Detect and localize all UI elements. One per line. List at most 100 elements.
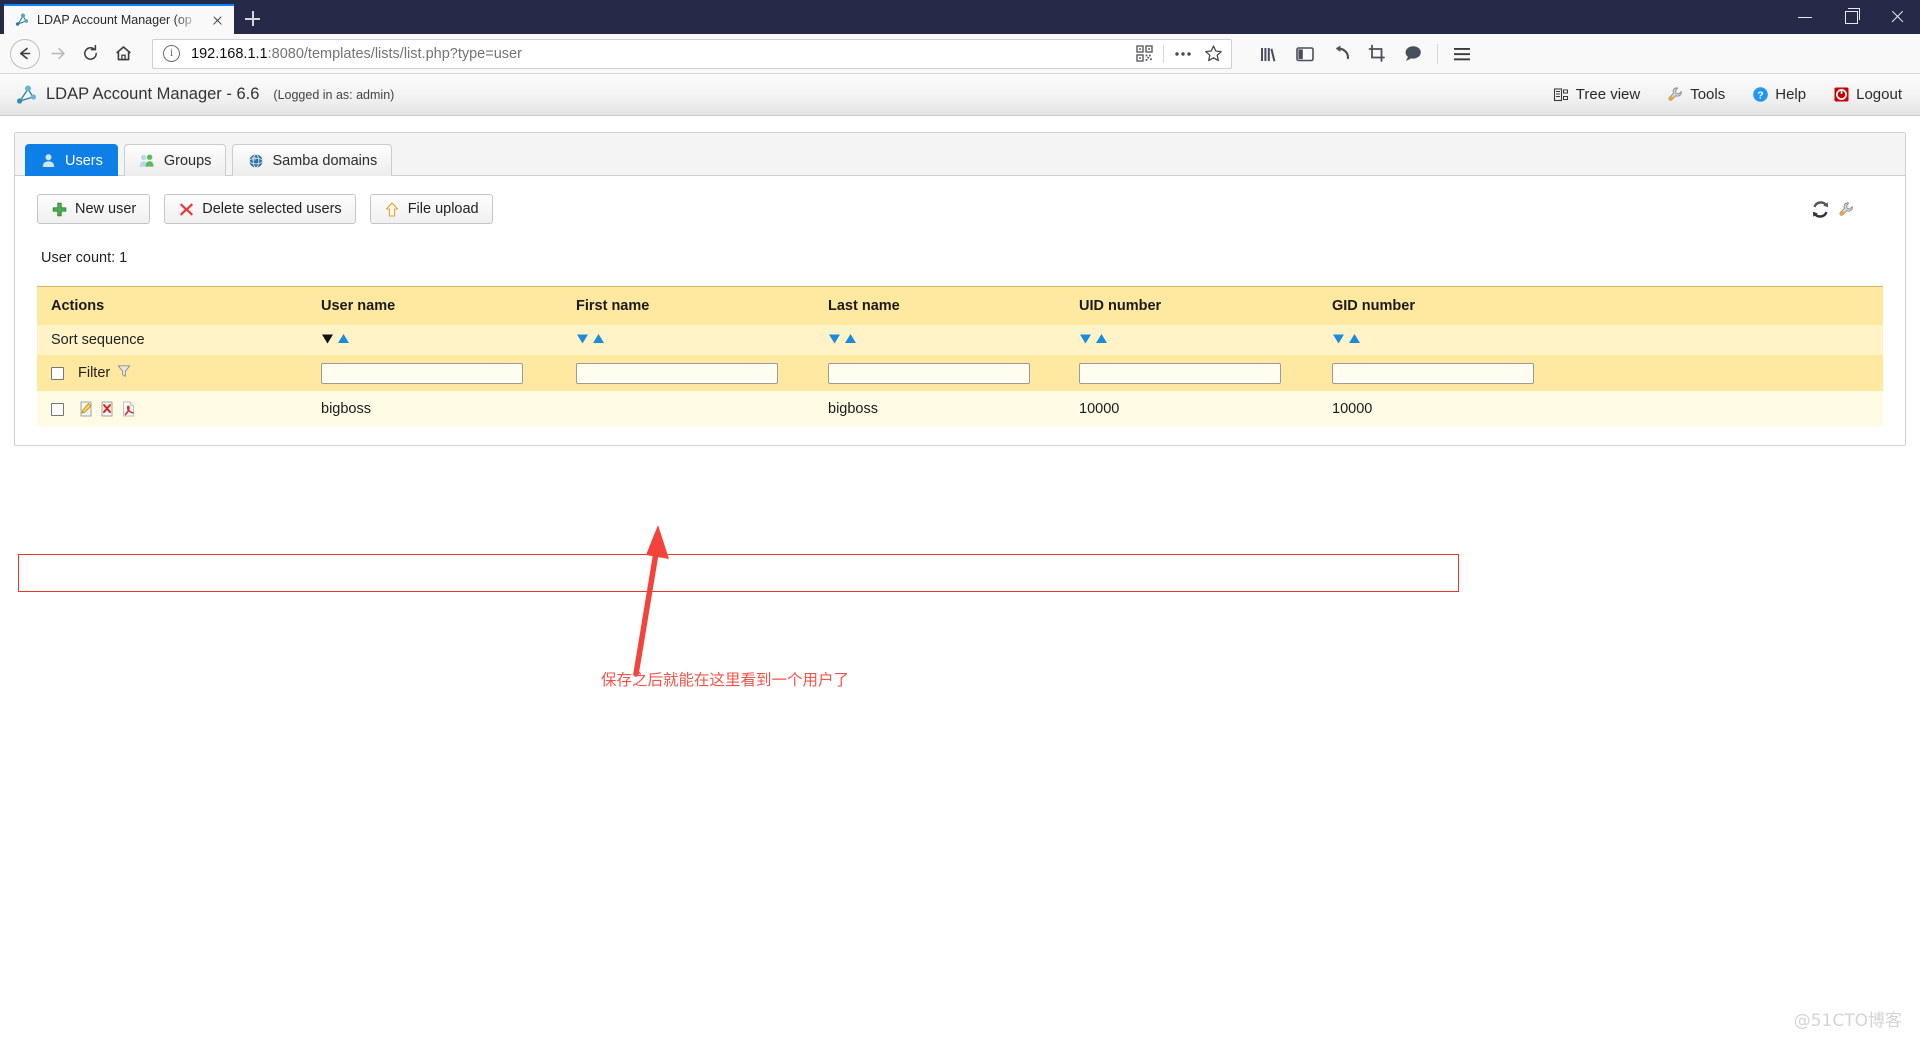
menu-icon[interactable] (1445, 39, 1479, 69)
plus-icon (51, 201, 67, 217)
list-toolbar-icons (1811, 200, 1883, 218)
tab-label: Users (65, 152, 103, 169)
filter-cell-uid-number (1065, 355, 1318, 391)
tab-users[interactable]: Users (25, 144, 118, 176)
delete-selected-users-button[interactable]: Delete selected users (164, 194, 356, 224)
minimize-icon[interactable] (1782, 0, 1828, 34)
filter-input-uid-number[interactable] (1079, 362, 1281, 384)
page-actions-ellipsis-icon[interactable] (1169, 40, 1197, 68)
back-button[interactable] (8, 38, 41, 69)
sort-cell-first-name (562, 325, 814, 355)
nav-link-help[interactable]: ? Help (1751, 86, 1806, 104)
browser-tab[interactable]: LDAP Account Manager (op (4, 4, 234, 34)
settings-wrench-icon[interactable] (1837, 200, 1855, 218)
sort-descending-icon[interactable] (321, 332, 334, 349)
tab-samba-domains[interactable]: Samba domains (232, 144, 393, 176)
filter-input-gid-number[interactable] (1332, 362, 1534, 384)
filter-label-cell: Filter (37, 355, 307, 391)
sort-cell-last-name (814, 325, 1065, 355)
sort-cell-gid-number (1318, 325, 1883, 355)
table-row[interactable]: bigboss bigboss 10000 10000 (37, 391, 1883, 427)
filter-input-last-name[interactable] (828, 362, 1030, 384)
row-select-checkbox[interactable] (51, 402, 64, 416)
sort-ascending-icon[interactable] (1348, 332, 1361, 349)
nav-link-logout[interactable]: Logout (1832, 86, 1902, 104)
chat-icon[interactable] (1396, 39, 1430, 69)
sidebar-icon[interactable] (1288, 39, 1322, 69)
sort-ascending-icon[interactable] (844, 332, 857, 349)
sort-descending-icon[interactable] (1079, 332, 1092, 349)
annotation-text: 保存之后就能在这里看到一个用户了 (601, 671, 850, 689)
filter-cell-gid-number (1318, 355, 1883, 391)
info-icon[interactable] (163, 45, 180, 62)
column-header-gid-number[interactable]: GID number (1318, 286, 1883, 325)
file-upload-button[interactable]: File upload (369, 194, 493, 224)
pdf-icon[interactable] (120, 401, 136, 418)
sort-cell-user-name (307, 325, 562, 355)
funnel-icon[interactable] (117, 364, 131, 382)
sort-descending-icon[interactable] (576, 332, 589, 349)
sort-ascending-icon[interactable] (1095, 332, 1108, 349)
column-header-uid-number[interactable]: UID number (1065, 286, 1318, 325)
forward-button[interactable] (41, 39, 74, 69)
tab-groups[interactable]: Groups (123, 144, 227, 176)
screenshot-icon[interactable] (1360, 39, 1394, 69)
sort-descending-icon[interactable] (1332, 332, 1345, 349)
divider (1437, 43, 1438, 64)
column-header-last-name[interactable]: Last name (814, 286, 1065, 325)
sort-sequence-row: Sort sequence (37, 325, 1883, 355)
browser-toolbar-actions (1252, 39, 1479, 69)
filter-input-user-name[interactable] (321, 362, 523, 384)
column-header-first-name[interactable]: First name (562, 286, 814, 325)
library-icon[interactable] (1252, 39, 1286, 69)
refresh-icon[interactable] (1811, 200, 1829, 218)
sort-arrows-last-name (828, 332, 1065, 349)
sort-descending-icon[interactable] (828, 332, 841, 349)
page-title: LDAP Account Manager - 6.6 (46, 85, 260, 103)
sort-ascending-icon[interactable] (592, 332, 605, 349)
home-button[interactable] (107, 39, 140, 69)
filter-controls: Filter (51, 364, 307, 382)
pocket-icon[interactable] (1324, 39, 1358, 69)
nav-link-tree-view[interactable]: Tree view (1552, 86, 1640, 104)
cell-last-name: bigboss (814, 391, 1065, 427)
new-tab-button[interactable] (237, 4, 269, 34)
column-header-actions[interactable]: Actions (37, 286, 307, 325)
reload-button[interactable] (74, 39, 107, 69)
window-close-icon[interactable] (1874, 0, 1920, 34)
button-label: New user (75, 201, 137, 217)
delete-icon[interactable] (99, 401, 115, 418)
select-all-checkbox[interactable] (51, 366, 64, 380)
page-content: LDAP Account Manager - 6.6 (Logged in as… (0, 74, 1920, 1039)
url-actions (1130, 40, 1227, 68)
logged-in-user: (Logged in as: admin) (273, 87, 395, 102)
column-header-user-name[interactable]: User name (307, 286, 562, 325)
filter-label: Filter (78, 365, 111, 381)
sort-ascending-icon[interactable] (337, 332, 350, 349)
close-icon[interactable] (209, 12, 226, 29)
edit-icon[interactable] (78, 401, 94, 418)
qrcode-icon[interactable] (1130, 40, 1158, 68)
row-actions (51, 401, 307, 418)
bookmark-star-icon[interactable] (1199, 40, 1227, 68)
filter-label-group[interactable]: Filter (78, 364, 131, 382)
filter-input-first-name[interactable] (576, 362, 778, 384)
logout-icon (1832, 86, 1850, 104)
url-bar[interactable]: 192.168.1.1:8080/templates/lists/list.ph… (152, 38, 1232, 69)
lam-favicon (14, 12, 30, 28)
red-arrow-annotation (633, 525, 669, 677)
maximize-icon[interactable] (1828, 0, 1874, 34)
list-toolbar: New user Delete selected users File uplo… (15, 176, 1905, 224)
nav-link-tools[interactable]: Tools (1666, 86, 1725, 104)
tab-label: Groups (163, 152, 212, 169)
help-icon: ? (1751, 86, 1769, 104)
new-user-button[interactable]: New user (37, 194, 151, 224)
sort-arrows-first-name (576, 332, 814, 349)
button-label: Delete selected users (202, 201, 342, 217)
filter-cell-first-name (562, 355, 814, 391)
svg-text:?: ? (1757, 89, 1763, 101)
app-nav-links: Tree view Tools ? Help Logout (1552, 86, 1902, 104)
button-label: File upload (407, 201, 479, 217)
user-list-table-wrapper: Actions User name First name Last name U… (15, 266, 1905, 427)
watermark: @51CTO博客 (1793, 1011, 1902, 1031)
